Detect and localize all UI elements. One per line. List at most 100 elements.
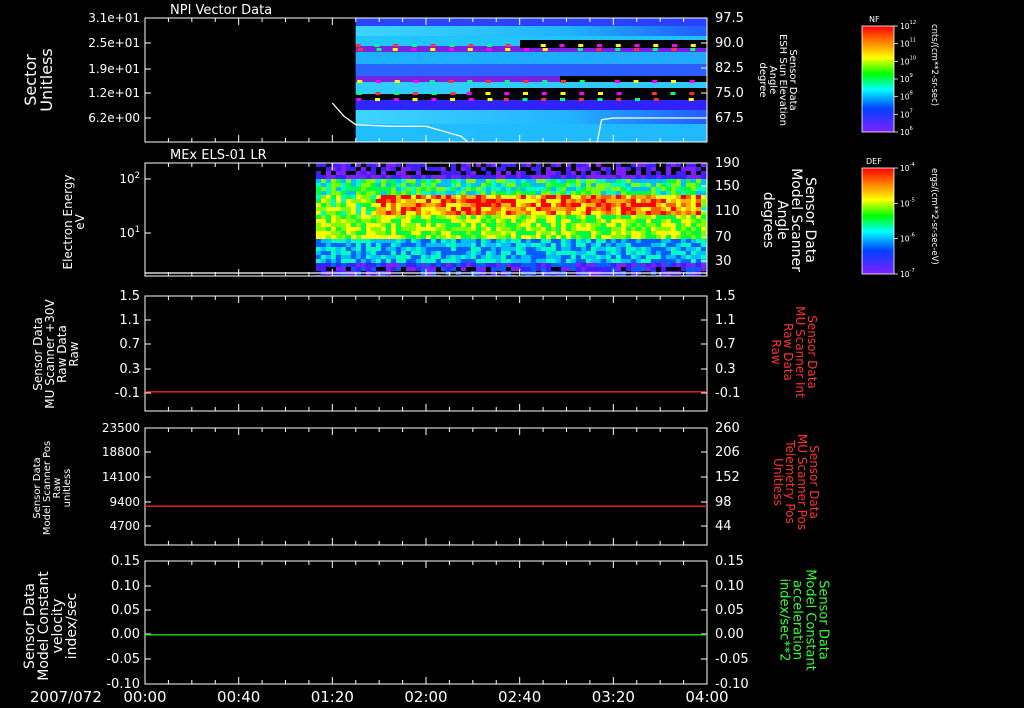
els-cell (365, 259, 371, 263)
els-cell (580, 247, 586, 251)
els-cell (355, 191, 361, 195)
els-cell (650, 167, 656, 171)
els-cell (700, 179, 706, 183)
els-cell (465, 203, 471, 207)
els-cell (405, 203, 411, 207)
els-cell (545, 175, 551, 179)
els-cell (385, 259, 391, 263)
els-cell (645, 207, 651, 211)
els-cell (355, 227, 361, 231)
els-cell (635, 255, 641, 259)
els-cell (410, 175, 416, 179)
els-cell (665, 167, 671, 171)
els-cell (515, 255, 521, 259)
els-cell (535, 231, 541, 235)
els-cell (340, 211, 346, 215)
els-cell (435, 239, 441, 243)
els-cell (405, 243, 411, 247)
els-cell (430, 267, 436, 271)
els-cell (335, 167, 341, 171)
y-tick-label: 4700 (109, 519, 140, 533)
els-cell (500, 203, 506, 207)
els-cell (570, 243, 576, 247)
els-cell (440, 267, 446, 271)
els-cell (375, 227, 381, 231)
els-cell (345, 235, 351, 239)
els-cell (560, 179, 566, 183)
els-cell (635, 207, 641, 211)
els-cell (380, 223, 386, 227)
els-cell (365, 199, 371, 203)
els-cell (350, 219, 356, 223)
els-cell (620, 195, 626, 199)
npi-speckle (652, 48, 658, 51)
els-cell (685, 199, 691, 203)
els-cell (645, 175, 651, 179)
els-cell (445, 203, 451, 207)
els-cell (365, 195, 371, 199)
els-cell (500, 247, 506, 251)
els-cell (625, 243, 631, 247)
els-cell (530, 227, 536, 231)
els-cell (445, 171, 451, 175)
els-cell (415, 167, 421, 171)
els-cell (395, 219, 401, 223)
els-cell (520, 239, 526, 243)
els-cell (595, 235, 601, 239)
els-cell (585, 179, 591, 183)
els-cell (445, 207, 451, 211)
els-cell (370, 219, 376, 223)
els-cell (460, 167, 466, 171)
els-cell (515, 263, 521, 267)
els-cell (315, 267, 321, 271)
els-cell (525, 195, 531, 199)
els-cell (330, 227, 336, 231)
els-cell (325, 179, 331, 183)
npi-speckle (689, 80, 695, 83)
els-cell (580, 259, 586, 263)
els-cell (400, 199, 406, 203)
els-cell (545, 199, 551, 203)
els-cell (345, 259, 351, 263)
els-cell (425, 235, 431, 239)
els-cell (450, 243, 456, 247)
els-cell (550, 263, 556, 267)
els-cell (660, 183, 666, 187)
els-cell (465, 239, 471, 243)
npi-speckle (579, 80, 585, 83)
els-cell (385, 235, 391, 239)
els-cell (440, 227, 446, 231)
els-cell (595, 199, 601, 203)
els-cell (325, 251, 331, 255)
els-cell (490, 247, 496, 251)
els-cell (580, 227, 586, 231)
els-cell (540, 215, 546, 219)
els-cell (700, 231, 706, 235)
els-cell (495, 243, 501, 247)
els-cell (505, 227, 511, 231)
els-cell (490, 267, 496, 271)
els-cell (675, 195, 681, 199)
els-cell (635, 191, 641, 195)
y-tick-label: 1.9e+01 (88, 62, 140, 76)
els-cell (545, 255, 551, 259)
els-cell (345, 207, 351, 211)
els-cell (580, 267, 586, 271)
els-cell (570, 179, 576, 183)
npi-speckle (504, 92, 510, 95)
colorbar-tick-label: 10-6 (900, 233, 915, 244)
els-cell (555, 223, 561, 227)
els-cell (315, 219, 321, 223)
els-cell (320, 163, 326, 167)
els-cell (540, 251, 546, 255)
els-cell (360, 263, 366, 267)
els-cell (525, 187, 531, 191)
els-cell (485, 227, 491, 231)
els-cell (315, 183, 321, 187)
els-cell (585, 191, 591, 195)
els-cell (670, 219, 676, 223)
els-cell (645, 187, 651, 191)
els-cell (570, 259, 576, 263)
els-cell (330, 223, 336, 227)
els-cell (610, 255, 616, 259)
